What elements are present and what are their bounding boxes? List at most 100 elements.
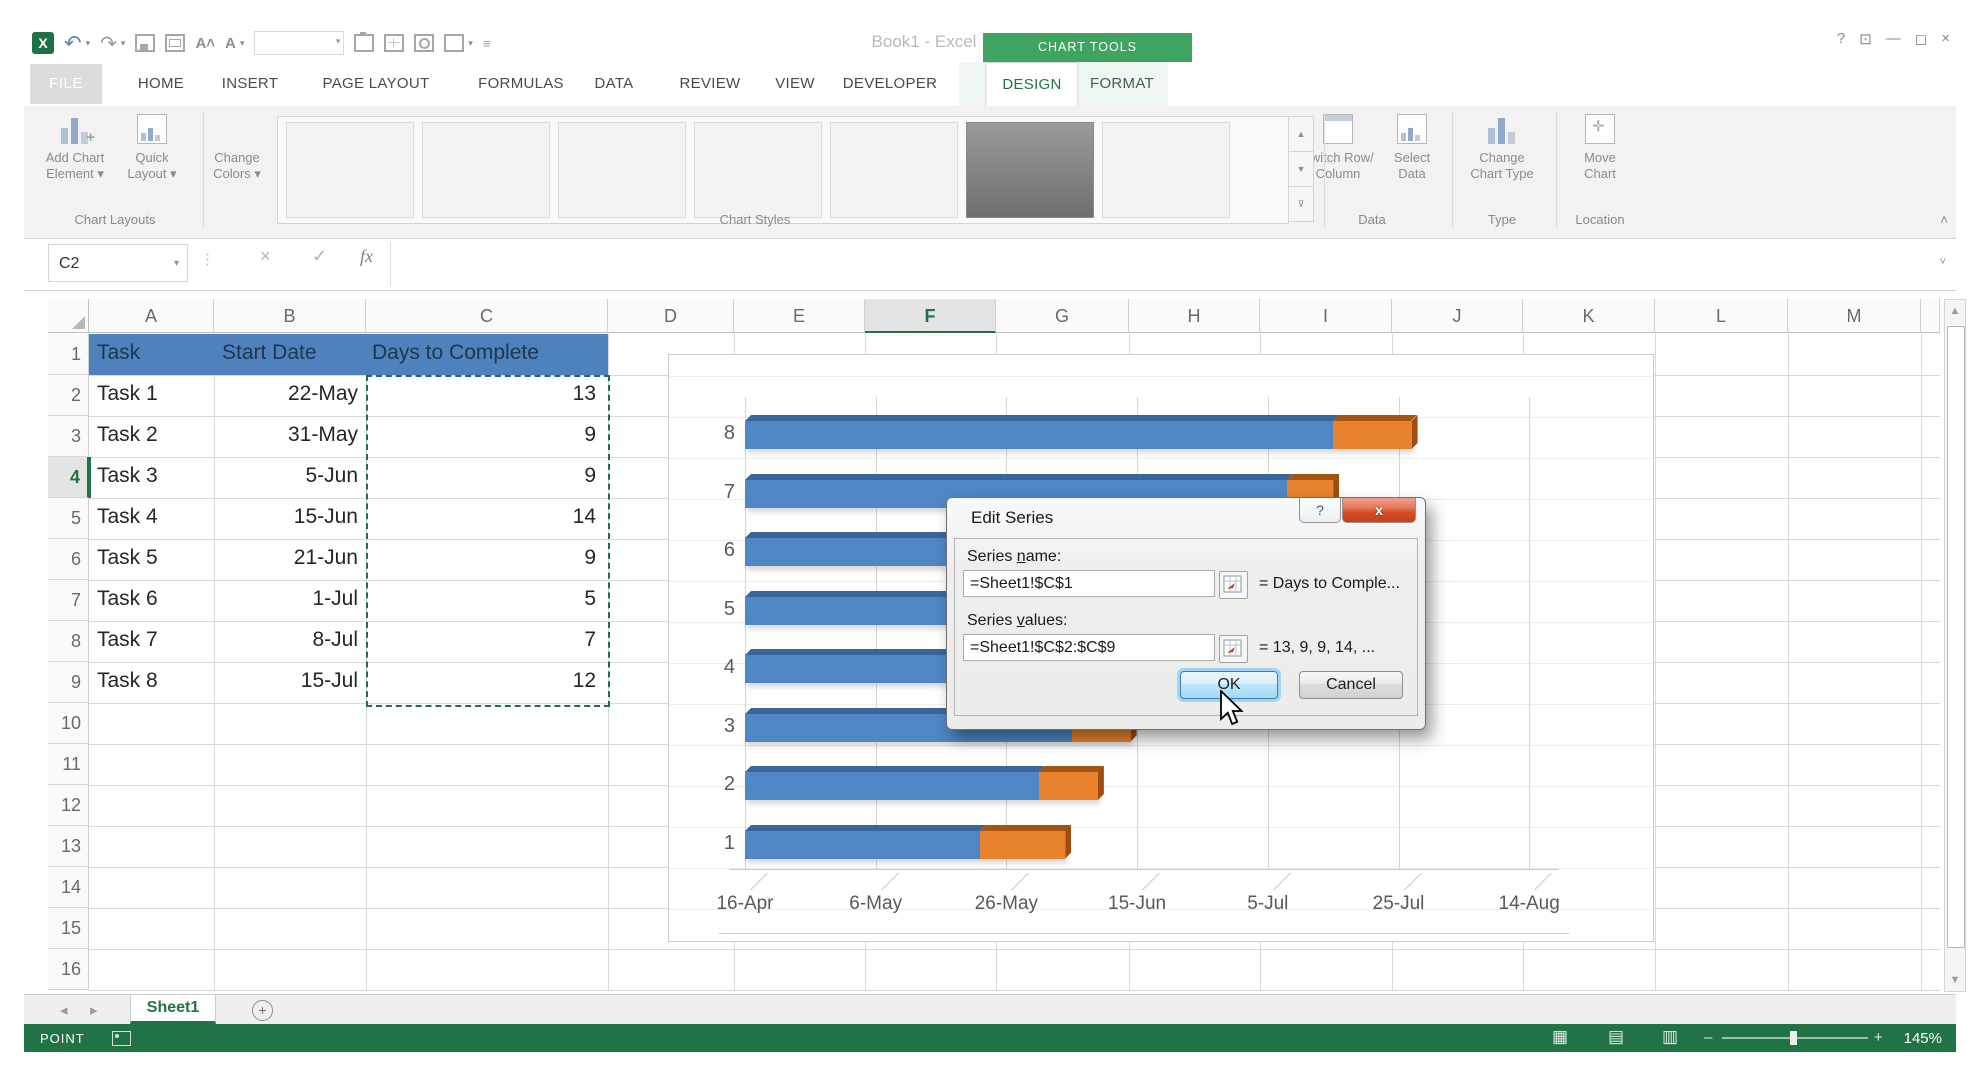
row-header-4[interactable]: 4 <box>48 457 89 498</box>
tab-developer[interactable]: DEVELOPER <box>843 62 937 106</box>
cell-start-date[interactable]: 21-Jun <box>214 546 358 570</box>
formula-bar-expand-icon[interactable]: ˅ <box>1940 256 1946 268</box>
column-header-H[interactable]: H <box>1129 299 1260 333</box>
cancel-entry-icon[interactable]: × <box>260 246 271 267</box>
series-values-input[interactable] <box>963 634 1215 661</box>
font-dropdown-icon[interactable]: ▾ <box>240 38 245 49</box>
font-color-icon[interactable]: A <box>225 35 236 52</box>
zoom-level[interactable]: 145% <box>1904 1030 1942 1047</box>
minimize-icon[interactable]: — <box>1886 30 1901 48</box>
shapes-dropdown-icon[interactable]: ▾ <box>468 38 473 49</box>
column-header-G[interactable]: G <box>996 299 1129 333</box>
series-values-range-selector-icon[interactable] <box>1219 635 1248 663</box>
move-chart-button[interactable]: ✛ Move Chart <box>1561 110 1639 212</box>
column-header-E[interactable]: E <box>734 299 865 333</box>
cell-task[interactable]: Task 8 <box>97 669 158 693</box>
tab-design[interactable]: DESIGN <box>985 62 1079 107</box>
row-header-3[interactable]: 3 <box>48 416 89 457</box>
cell-task[interactable]: Task 7 <box>97 628 158 652</box>
chart-style-thumb-1[interactable] <box>286 122 414 218</box>
vertical-scroll-thumb[interactable] <box>1947 326 1965 948</box>
new-sheet-icon[interactable]: + <box>252 1000 273 1021</box>
normal-view-icon[interactable]: ▦ <box>1552 1027 1568 1047</box>
row-header-13[interactable]: 13 <box>48 826 89 867</box>
quick-font-combobox[interactable]: ▾ <box>254 31 345 55</box>
edit-series-dialog[interactable]: Edit Series ? x Series name: = Days to C… <box>946 497 1426 730</box>
shapes-icon[interactable] <box>444 34 465 52</box>
undo-icon[interactable]: ↶ <box>64 31 82 56</box>
add-chart-element-button[interactable]: + Add Chart Element ▾ <box>36 110 114 212</box>
email-icon[interactable] <box>165 34 186 52</box>
clipboard-icon[interactable] <box>354 32 375 52</box>
sheet-prev-icon[interactable]: ◂ <box>60 1001 68 1019</box>
font-increase-icon[interactable]: A˄ <box>195 35 215 52</box>
gallery-scroll-up-icon[interactable]: ▲ <box>1288 116 1314 152</box>
macro-record-icon[interactable] <box>112 1031 131 1046</box>
row-header-1[interactable]: 1 <box>48 334 89 375</box>
column-header-I[interactable]: I <box>1260 299 1392 333</box>
confirm-entry-icon[interactable]: ✓ <box>312 246 327 267</box>
insert-function-icon[interactable]: fx <box>360 246 373 267</box>
row-header-6[interactable]: 6 <box>48 539 89 580</box>
column-header-L[interactable]: L <box>1655 299 1788 333</box>
row-header-11[interactable]: 11 <box>48 744 89 785</box>
formula-input[interactable] <box>390 242 1916 286</box>
chart-style-thumb-6[interactable] <box>966 122 1094 218</box>
bar-days-segment[interactable] <box>1039 772 1098 800</box>
row-header-5[interactable]: 5 <box>48 498 89 539</box>
gallery-more-icon[interactable]: ⊽ <box>1288 186 1314 222</box>
tab-view[interactable]: VIEW <box>775 62 815 106</box>
change-chart-type-button[interactable]: Change Chart Type <box>1463 110 1541 212</box>
row-header-12[interactable]: 12 <box>48 785 89 826</box>
bar-days-segment[interactable] <box>980 830 1066 859</box>
scroll-down-icon[interactable]: ▼ <box>1945 969 1965 991</box>
gallery-scroll-down-icon[interactable]: ▼ <box>1288 151 1314 187</box>
dialog-help-button[interactable]: ? <box>1299 498 1341 523</box>
tab-format[interactable]: FORMAT <box>1090 62 1154 106</box>
page-break-view-icon[interactable]: ▥ <box>1662 1027 1678 1047</box>
excel-logo-icon[interactable]: X <box>32 32 54 54</box>
quick-layout-button[interactable]: Quick Layout ▾ <box>113 110 191 212</box>
column-header-B[interactable]: B <box>214 299 366 333</box>
column-header-A[interactable]: A <box>89 299 214 333</box>
cell-start-date[interactable]: 31-May <box>214 423 358 447</box>
row-header-14[interactable]: 14 <box>48 867 89 908</box>
row-header-9[interactable]: 9 <box>48 662 89 703</box>
cell-start-date[interactable]: 15-Jun <box>214 505 358 529</box>
undo-dropdown-icon[interactable]: ▾ <box>86 38 91 49</box>
row-header-2[interactable]: 2 <box>48 375 89 416</box>
row-header-7[interactable]: 7 <box>48 580 89 621</box>
row-header-10[interactable]: 10 <box>48 703 89 744</box>
column-header-C[interactable]: C <box>366 299 608 333</box>
tab-file[interactable]: FILE <box>30 64 102 104</box>
print-preview-icon[interactable] <box>414 34 435 52</box>
cell-start-date[interactable]: 15-Jul <box>214 669 358 693</box>
row-header-15[interactable]: 15 <box>48 908 89 949</box>
cell-task[interactable]: Task 3 <box>97 464 158 488</box>
customize-qat-icon[interactable]: ≡ <box>483 36 491 51</box>
bar-start-segment[interactable] <box>745 830 981 859</box>
cell-start-date[interactable]: 1-Jul <box>214 587 358 611</box>
column-header-F[interactable]: F <box>865 299 996 333</box>
change-colors-button[interactable]: Change Colors ▾ <box>198 110 276 212</box>
tab-page-layout[interactable]: PAGE LAYOUT <box>323 62 430 106</box>
scroll-up-icon[interactable]: ▲ <box>1945 300 1965 322</box>
name-box[interactable]: C2 ▾ <box>48 244 188 282</box>
tab-review[interactable]: REVIEW <box>680 62 741 106</box>
tab-data[interactable]: DATA <box>595 62 634 106</box>
redo-dropdown-icon[interactable]: ▾ <box>121 38 126 49</box>
cell-task[interactable]: Task 1 <box>97 382 158 406</box>
restore-icon[interactable]: ◻ <box>1915 30 1927 48</box>
close-icon[interactable]: × <box>1941 30 1950 48</box>
tab-home[interactable]: HOME <box>138 62 184 106</box>
series-name-input[interactable] <box>963 570 1215 597</box>
cell-start-date[interactable]: 22-May <box>214 382 358 406</box>
column-header-M[interactable]: M <box>1788 299 1921 333</box>
column-header-K[interactable]: K <box>1523 299 1655 333</box>
save-icon[interactable] <box>135 34 156 52</box>
help-icon[interactable]: ? <box>1837 30 1845 48</box>
tab-formulas[interactable]: FORMULAS <box>478 62 564 106</box>
cell-task[interactable]: Task 5 <box>97 546 158 570</box>
bar-days-segment[interactable] <box>1333 421 1412 449</box>
cell-task[interactable]: Task 4 <box>97 505 158 529</box>
